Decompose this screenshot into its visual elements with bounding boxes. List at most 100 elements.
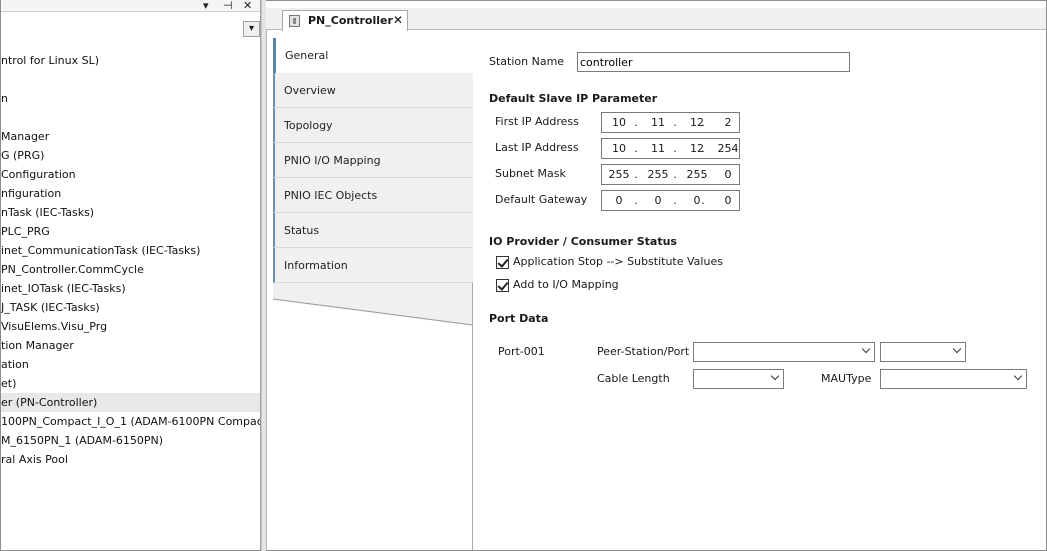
nav-item-label: PNIO IEC Objects bbox=[284, 189, 378, 202]
station-name-label: Station Name bbox=[489, 55, 565, 68]
ip-octet: 0 bbox=[724, 168, 732, 181]
nav-item-label: Topology bbox=[284, 119, 333, 132]
chevron-down-icon bbox=[952, 344, 962, 354]
io-status-heading: IO Provider / Consumer Status bbox=[489, 235, 677, 248]
ip-octet: 2 bbox=[724, 116, 732, 129]
ip-separator: . bbox=[673, 142, 677, 155]
tree-item[interactable]: 100PN_Compact_I_O_1 (ADAM-6100PN Compact… bbox=[1, 412, 260, 431]
tree-item[interactable]: nTask (IEC-Tasks) bbox=[1, 203, 260, 222]
tree-item[interactable]: er (PN-Controller) bbox=[1, 393, 260, 412]
nav-item-overview[interactable]: Overview bbox=[273, 73, 473, 108]
ip-separator: . bbox=[701, 168, 705, 181]
nav-item-label: Overview bbox=[284, 84, 336, 97]
nav-item-pnio-i-o-mapping[interactable]: PNIO I/O Mapping bbox=[273, 143, 473, 178]
tree-item[interactable]: VisuElems.Visu_Prg bbox=[1, 317, 260, 336]
close-tab-icon[interactable]: ✕ bbox=[393, 13, 403, 27]
first-ip-field[interactable]: 10. 11. 12. 2 bbox=[601, 112, 740, 133]
ip-separator: . bbox=[673, 168, 677, 181]
nav-item-label: PNIO I/O Mapping bbox=[284, 154, 381, 167]
tree-item[interactable]: J_TASK (IEC-Tasks) bbox=[1, 298, 260, 317]
ip-separator: . bbox=[701, 194, 705, 207]
ip-octet: 12 bbox=[690, 116, 704, 129]
ip-separator: . bbox=[634, 142, 638, 155]
ip-octet: 11 bbox=[651, 116, 665, 129]
pane-menu-icon[interactable]: ▾ bbox=[203, 0, 209, 11]
ip-separator: . bbox=[701, 142, 705, 155]
ip-octet: 0 bbox=[615, 194, 623, 207]
tree-item[interactable]: ntrol for Linux SL) bbox=[1, 51, 260, 70]
default-gateway-label: Default Gateway bbox=[495, 193, 588, 206]
ip-octet: 255 bbox=[647, 168, 669, 181]
ip-octet: 12 bbox=[690, 142, 704, 155]
first-ip-label: First IP Address bbox=[495, 115, 579, 128]
tree-item[interactable]: G (PRG) bbox=[1, 146, 260, 165]
device-icon bbox=[289, 15, 300, 27]
nav-item-information[interactable]: Information bbox=[273, 248, 473, 283]
tab-pn-controller[interactable]: PN_Controller ✕ bbox=[282, 10, 408, 31]
chevron-down-icon bbox=[861, 344, 871, 354]
tree-dropdown-button[interactable]: ▾ bbox=[243, 21, 260, 37]
tree-item[interactable]: Manager bbox=[1, 127, 260, 146]
peer-station-label: Peer-Station/Port bbox=[597, 345, 690, 358]
ip-octet: 0 bbox=[654, 194, 662, 207]
tree-item[interactable]: inet_IOTask (IEC-Tasks) bbox=[1, 279, 260, 298]
ip-octet: 10 bbox=[612, 116, 626, 129]
mau-type-label: MAUType bbox=[821, 372, 872, 385]
tree-item[interactable]: inet_CommunicationTask (IEC-Tasks) bbox=[1, 241, 260, 260]
station-name-input[interactable] bbox=[577, 52, 850, 72]
cable-length-label: Cable Length bbox=[597, 372, 670, 385]
tab-label: PN_Controller bbox=[308, 14, 393, 27]
tree-item[interactable]: M_6150PN_1 (ADAM-6150PN) bbox=[1, 431, 260, 450]
tree-item[interactable]: ation bbox=[1, 355, 260, 374]
mau-type-select[interactable] bbox=[880, 369, 1027, 389]
ip-separator: . bbox=[673, 194, 677, 207]
chevron-down-icon bbox=[1013, 371, 1023, 381]
ip-octet: 11 bbox=[651, 142, 665, 155]
subnet-mask-field[interactable]: 255. 255. 255. 0 bbox=[601, 164, 740, 185]
tree-item[interactable]: Configuration bbox=[1, 165, 260, 184]
chevron-down-icon bbox=[770, 371, 780, 381]
app-stop-label: Application Stop --> Substitute Values bbox=[513, 255, 723, 268]
ip-separator: . bbox=[634, 168, 638, 181]
peer-station-select[interactable] bbox=[693, 342, 875, 362]
peer-port-select[interactable] bbox=[880, 342, 966, 362]
tree-item[interactable]: nfiguration bbox=[1, 184, 260, 203]
editor-side-nav: General Overview Topology PNIO I/O Mapping P… bbox=[273, 38, 473, 550]
slave-ip-heading: Default Slave IP Parameter bbox=[489, 92, 658, 105]
tree-item[interactable]: PLC_PRG bbox=[1, 222, 260, 241]
port-name: Port-001 bbox=[498, 345, 545, 358]
last-ip-label: Last IP Address bbox=[495, 141, 579, 154]
cable-length-select[interactable] bbox=[693, 369, 784, 389]
ip-separator: . bbox=[634, 116, 638, 129]
port-data-heading: Port Data bbox=[489, 312, 549, 325]
nav-item-general[interactable]: General bbox=[273, 38, 473, 73]
tree-item[interactable]: n bbox=[1, 89, 260, 108]
tree-item[interactable]: et) bbox=[1, 374, 260, 393]
add-io-mapping-label: Add to I/O Mapping bbox=[513, 278, 619, 291]
ip-octet: 255 bbox=[686, 168, 708, 181]
tree-item[interactable]: PN_Controller.CommCycle bbox=[1, 260, 260, 279]
default-gateway-field[interactable]: 0.0.0.0 bbox=[601, 190, 740, 211]
nav-item-topology[interactable]: Topology bbox=[273, 108, 473, 143]
pane-header: ▾ ⊣ ✕ bbox=[1, 0, 260, 12]
ip-octet: 255 bbox=[608, 168, 630, 181]
ip-octet: 10 bbox=[612, 142, 626, 155]
pin-icon[interactable]: ⊣ bbox=[223, 0, 233, 11]
ip-separator: . bbox=[701, 116, 705, 129]
ip-separator: . bbox=[673, 116, 677, 129]
tree-item[interactable]: ral Axis Pool bbox=[1, 450, 260, 469]
nav-item-status[interactable]: Status bbox=[273, 213, 473, 248]
tree-item[interactable]: tion Manager bbox=[1, 336, 260, 355]
close-pane-icon[interactable]: ✕ bbox=[243, 0, 252, 11]
nav-item-pnio-iec-objects[interactable]: PNIO IEC Objects bbox=[273, 178, 473, 213]
add-io-mapping-checkbox[interactable] bbox=[496, 279, 509, 292]
nav-item-label: Information bbox=[284, 259, 348, 272]
ip-octet: 0 bbox=[724, 194, 732, 207]
app-stop-checkbox[interactable] bbox=[496, 256, 509, 269]
ip-octet: 254 bbox=[717, 142, 739, 155]
nav-item-label: Status bbox=[284, 224, 320, 237]
ip-octet: 0 bbox=[693, 194, 701, 207]
last-ip-field[interactable]: 10. 11. 12. 254 bbox=[601, 138, 740, 159]
pane-toolbar bbox=[1, 12, 260, 34]
subnet-mask-label: Subnet Mask bbox=[495, 167, 566, 180]
